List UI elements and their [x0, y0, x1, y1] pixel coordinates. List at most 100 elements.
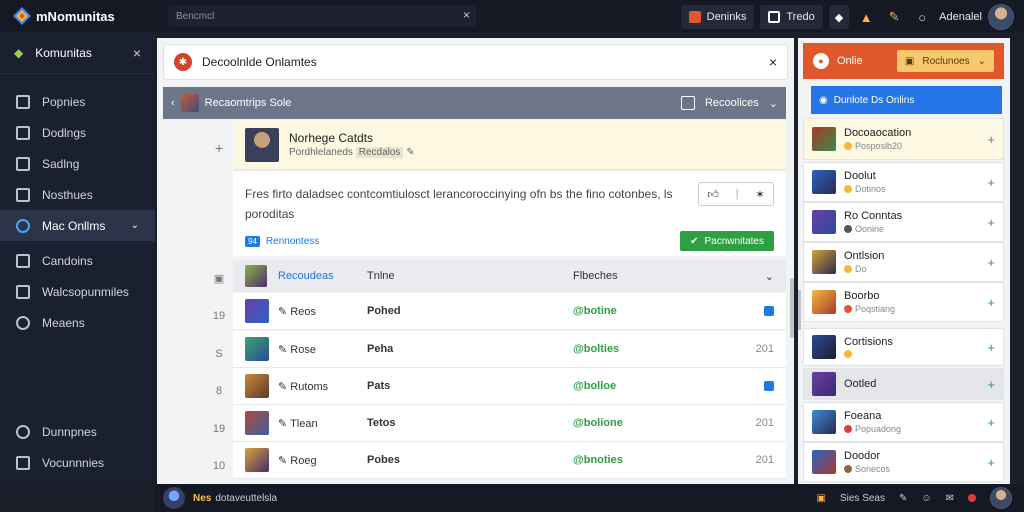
- sidebar-item-nosthues[interactable]: Nosthues: [0, 179, 155, 210]
- list-item[interactable]: Ootled +: [803, 368, 1004, 400]
- brand[interactable]: mNomunitas: [0, 6, 155, 26]
- post-actions[interactable]: 👍︎ | ✶: [698, 182, 774, 206]
- row-tag[interactable]: @bolione: [573, 417, 623, 429]
- table-row[interactable]: ✎ Roeg Pobes @bnoties 201: [233, 442, 786, 479]
- bottom-avatar[interactable]: [163, 487, 185, 509]
- add-icon[interactable]: +: [987, 455, 995, 470]
- add-icon[interactable]: +: [987, 255, 995, 270]
- row-thumbnail: [245, 299, 269, 323]
- col-header-recoudeas[interactable]: Recoudeas: [278, 270, 334, 282]
- close-panel-icon[interactable]: ×: [769, 54, 777, 70]
- add-icon[interactable]: +: [987, 340, 995, 355]
- expand-plus-icon[interactable]: +: [215, 140, 223, 156]
- row-name-text: Roeg: [290, 454, 317, 467]
- list-item[interactable]: Cortisions +: [803, 328, 1004, 366]
- notification-icon[interactable]: ✉: [946, 493, 954, 504]
- sidebar-item-vocunnnies[interactable]: Vocunnnies: [0, 447, 155, 478]
- sub-right[interactable]: Recoolices ⌄: [680, 96, 778, 110]
- globe-icon: [16, 218, 30, 233]
- item-thumbnail: [812, 127, 836, 151]
- back-chevron-icon[interactable]: ‹: [171, 97, 175, 109]
- list-item[interactable]: Foeana Popuadong +: [803, 402, 1004, 442]
- row-name: ✎ Rutoms: [278, 380, 328, 393]
- row-class: Peha: [367, 343, 394, 355]
- user-avatar[interactable]: [988, 4, 1014, 30]
- app-logo-icon: [13, 7, 31, 25]
- community-icon: ◆: [14, 45, 24, 60]
- tag-button[interactable]: ◆: [828, 5, 850, 29]
- edit-icon[interactable]: ✎: [406, 147, 414, 158]
- like-icon[interactable]: 👍︎: [707, 188, 719, 201]
- list-item[interactable]: Ro Conntas Oonine +: [803, 202, 1004, 242]
- search-input[interactable]: Bencmcl ×: [168, 6, 476, 26]
- chevron-down-icon[interactable]: ⌄: [765, 270, 774, 283]
- emoji-icon[interactable]: ☺: [921, 493, 931, 504]
- item-sub: Do: [844, 264, 884, 274]
- table-row[interactable]: ✎ Rose Peha @bolties 201: [233, 331, 786, 368]
- star-icon[interactable]: ✶: [755, 188, 764, 201]
- sidebar-item-candoins[interactable]: Candoins: [0, 245, 155, 276]
- right-filter-button[interactable]: ◉ Dunlote Ds Onlins: [811, 86, 1002, 114]
- add-icon[interactable]: +: [987, 175, 995, 190]
- select-all-icon[interactable]: ▣: [209, 260, 229, 298]
- list-item[interactable]: Docoaocation Posposlb20 +: [803, 118, 1004, 160]
- post-tag[interactable]: 94 Rennontess: [245, 235, 319, 247]
- table-row[interactable]: ✎ Tlean Tetos @bolione 201: [233, 405, 786, 442]
- close-sidebar-icon[interactable]: ×: [133, 45, 141, 61]
- featured-item[interactable]: Norhege Catdts Pordhlelaneds Recdalos ✎: [233, 120, 786, 170]
- row-tag[interactable]: @bolties: [573, 343, 619, 355]
- sidebar-item-walcsopunmiles[interactable]: Walcsopunmiles: [0, 276, 155, 307]
- item-sub-text: Sonecos: [855, 464, 891, 474]
- sidebar-item-sadlng[interactable]: Sadlng: [0, 148, 155, 179]
- list-item[interactable]: Ontlsion Do +: [803, 242, 1004, 282]
- add-icon[interactable]: +: [987, 415, 995, 430]
- row-name: ✎ Tlean: [278, 417, 318, 430]
- row-tag[interactable]: @botine: [573, 305, 617, 317]
- post-badge: 94: [245, 235, 260, 247]
- sidebar-item-label: Vocunnnies: [42, 455, 105, 470]
- add-icon[interactable]: +: [987, 295, 995, 310]
- sidebar-item-dunnpnes[interactable]: Dunnpnes: [0, 416, 155, 447]
- right-header: ● Onlie ▣ Roclunoes ⌄: [803, 43, 1004, 79]
- bottom-user-avatar[interactable]: [990, 487, 1012, 509]
- sidebar-item-dodlngs[interactable]: Dodlngs: [0, 117, 155, 148]
- pen-icon[interactable]: ✎: [899, 493, 907, 504]
- item-name: Foeana: [844, 410, 882, 422]
- row-thumbnail: [245, 411, 269, 435]
- add-icon[interactable]: +: [987, 377, 995, 392]
- trophy-icon[interactable]: ▲: [855, 6, 877, 28]
- col-header-tnlne[interactable]: Tnlne: [367, 270, 395, 282]
- table-row[interactable]: ✎ Reos Pohed @botine: [233, 293, 786, 330]
- add-icon[interactable]: +: [987, 215, 995, 230]
- deninks-button[interactable]: Deninks: [680, 5, 755, 29]
- user-icon: [16, 315, 30, 330]
- list-item[interactable]: Doolut Dotinos +: [803, 162, 1004, 202]
- add-icon[interactable]: +: [987, 132, 995, 147]
- row-tag[interactable]: @bolloe: [573, 380, 616, 392]
- list-item[interactable]: Boorbo Poqstiang +: [803, 282, 1004, 322]
- bag-icon[interactable]: ▣: [817, 493, 826, 504]
- right-filter-label: Dunlote Ds Onlins: [833, 94, 915, 106]
- sub-title: Recaomtrips Sole: [204, 97, 292, 109]
- right-scrollbar[interactable]: [798, 290, 801, 330]
- edit-icon: ✎: [278, 417, 291, 430]
- search-icon[interactable]: ○: [911, 6, 933, 28]
- list-item[interactable]: Doodor Sonecos +: [803, 442, 1004, 482]
- right-dropdown[interactable]: ▣ Roclunoes ⌄: [896, 50, 994, 72]
- tredo-label: Tredo: [786, 11, 815, 23]
- sidebar-item-label: Walcsopunmiles: [42, 284, 129, 299]
- table-row[interactable]: ✎ Rutoms Pats @bolloe: [233, 368, 786, 405]
- tredo-button[interactable]: Tredo: [760, 5, 823, 29]
- sidebar-item-meaens[interactable]: Meaens: [0, 307, 155, 338]
- hammer-icon[interactable]: ✎: [883, 6, 905, 28]
- main-scrollbar[interactable]: [790, 278, 794, 338]
- sidebar-item-mac-onllms[interactable]: Mac Onllms ⌄: [0, 210, 155, 241]
- item-name: Cortisions: [844, 336, 893, 348]
- sidebar: ◆ Komunitas × Popnies Dodlngs Sadlng Nos…: [0, 32, 155, 484]
- pacnwnitates-button[interactable]: ✔ Pacnwnitates: [680, 231, 774, 251]
- clear-search-icon[interactable]: ×: [463, 8, 470, 22]
- col-header-flbeches[interactable]: Flbeches: [573, 270, 618, 282]
- sidebar-item-popnies[interactable]: Popnies: [0, 86, 155, 117]
- row-tag[interactable]: @bnoties: [573, 454, 623, 466]
- user-name[interactable]: Adenalel: [939, 11, 982, 23]
